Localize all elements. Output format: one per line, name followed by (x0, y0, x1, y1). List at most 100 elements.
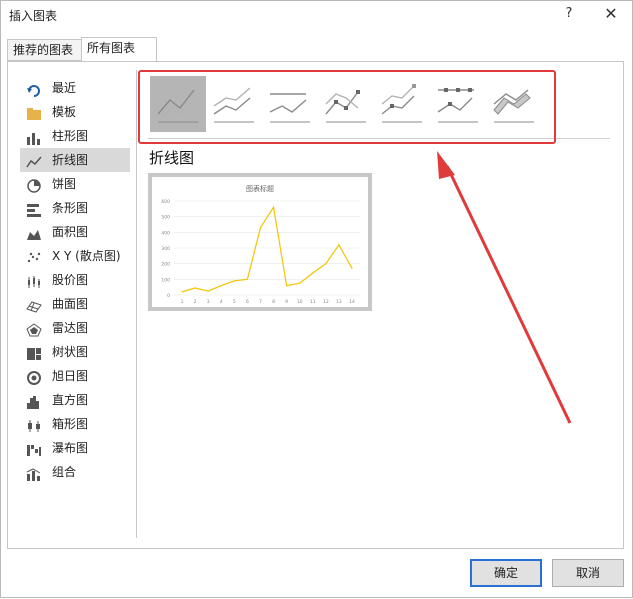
chart-type-percent-stacked-line-with-markers-button[interactable] (430, 76, 486, 132)
combo-chart-icon (26, 465, 42, 481)
sidebar-item-waterfall-chart[interactable]: 瀑布图 (20, 436, 130, 460)
close-button[interactable]: ✕ (599, 3, 623, 25)
stock-chart-icon (26, 273, 42, 288)
y-tick-label: 0 (167, 293, 170, 299)
radar-chart-icon (26, 321, 42, 337)
boxplot-chart-icon (26, 417, 42, 432)
chart-type-stacked-line-button[interactable] (206, 76, 262, 132)
sidebar-item-label: 折线图 (52, 153, 89, 167)
bar-chart-icon (26, 201, 42, 217)
chart-type-line-with-markers-button[interactable] (318, 76, 374, 132)
title-bar: 插入图表 ? ✕ (1, 1, 632, 29)
sidebar-item-surface-chart[interactable]: 曲面图 (20, 292, 130, 316)
chart-type-3d-line-button[interactable] (486, 76, 542, 132)
x-tick-label: 12 (323, 299, 329, 305)
sidebar-item-bar-chart[interactable]: 条形图 (20, 196, 130, 220)
sidebar-item-label: 树状图 (52, 345, 89, 359)
y-tick-label: 600 (161, 199, 170, 205)
sidebar-item-label: X Y (散点图) (52, 249, 121, 263)
sidebar-item-combo-chart[interactable]: 组合 (20, 460, 130, 484)
y-tick-label: 500 (161, 215, 170, 221)
sidebar-item-column-chart[interactable]: 柱形图 (20, 124, 130, 148)
scatter-chart-icon (26, 249, 42, 263)
data-point (272, 206, 275, 208)
sidebar-item-histogram-chart[interactable]: 直方图 (20, 388, 130, 412)
percent-stacked-line-with-markers-icon (437, 88, 478, 123)
y-tick-label: 200 (161, 262, 170, 268)
data-point (338, 244, 340, 246)
x-tick-label: 9 (285, 299, 288, 305)
data-point (220, 285, 222, 287)
stacked-line-with-markers-icon (381, 84, 422, 123)
x-tick-label: 7 (259, 299, 262, 305)
divider (136, 70, 137, 538)
sidebar-item-label: 雷达图 (52, 321, 89, 335)
sidebar-item-stock-chart[interactable]: 股价图 (20, 268, 130, 292)
x-tick-label: 3 (207, 299, 210, 305)
cancel-button[interactable]: 取消 (552, 559, 624, 587)
sidebar-item-label: 面积图 (52, 225, 89, 239)
data-point (351, 267, 353, 269)
sidebar-item-line-chart[interactable]: 折线图 (20, 148, 130, 172)
x-tick-label: 5 (233, 299, 236, 305)
waterfall-chart-icon (26, 441, 42, 456)
x-tick-label: 13 (336, 299, 342, 305)
sidebar-item-boxplot-chart[interactable]: 箱形图 (20, 412, 130, 436)
sidebar-item-recent[interactable]: 最近 (20, 76, 130, 100)
folder-icon (26, 105, 42, 120)
chart-title: 图表标题 (246, 184, 274, 193)
x-tick-label: 4 (220, 299, 223, 305)
data-point (181, 291, 183, 293)
recent-icon (26, 81, 42, 97)
area-chart-icon (26, 225, 42, 240)
ok-button[interactable]: 确定 (470, 559, 542, 587)
chart-preview[interactable]: 图表标题 0 100 200 300 400 500 600 1 2 3 4 5 6 7 8 9 10 11 12 13… (148, 173, 372, 311)
x-tick-label: 2 (194, 299, 197, 305)
sidebar-item-pie-chart[interactable]: 饼图 (20, 172, 130, 196)
x-tick-label: 1 (181, 299, 184, 305)
sidebar-item-label: 饼图 (52, 177, 77, 191)
y-tick-label: 400 (161, 230, 170, 236)
sidebar-item-scatter-chart[interactable]: X Y (散点图) (20, 244, 130, 268)
help-button[interactable]: ? (557, 3, 581, 25)
chart-type-stacked-line-with-markers-button[interactable] (374, 76, 430, 132)
data-point (259, 227, 262, 229)
line-chart: 图表标题01002003004005006001 2 3 4 5 6 7 8 9 10 11 12 13… (161, 184, 360, 305)
line-icon (157, 89, 198, 123)
tab-recommended-charts[interactable]: 推荐的图表 (7, 39, 83, 61)
tab-all-charts[interactable]: 所有图表 (81, 37, 157, 62)
data-point (246, 278, 248, 280)
data-point (312, 272, 314, 274)
data-point (325, 263, 327, 265)
data-point (286, 285, 288, 287)
data-point (233, 280, 235, 282)
chart-category-list: 最近模板柱形图折线图饼图条形图面积图 X Y (散点图) 股价图曲面图雷达图树状图旭… (20, 76, 130, 484)
treemap-chart-icon (26, 345, 42, 360)
line-chart-type-strip (148, 76, 618, 134)
sidebar-item-radar-chart[interactable]: 雷达图 (20, 316, 130, 340)
sidebar-item-label: 条形图 (52, 201, 89, 215)
sidebar-item-label: 柱形图 (52, 129, 89, 143)
chart-type-line-button[interactable] (150, 76, 206, 132)
sidebar-item-label: 最近 (52, 81, 77, 95)
x-tick-label: 6 (246, 299, 249, 305)
chart-type-percent-stacked-line-button[interactable] (262, 76, 318, 132)
data-point (299, 282, 301, 284)
x-tick-label: 11 (310, 299, 316, 305)
sidebar-item-label: 曲面图 (52, 297, 89, 311)
sidebar-item-label: 模板 (52, 105, 77, 119)
sidebar-item-folder[interactable]: 模板 (20, 100, 130, 124)
sidebar-item-area-chart[interactable]: 面积图 (20, 220, 130, 244)
sidebar-item-label: 直方图 (52, 393, 89, 407)
surface-chart-icon (26, 297, 42, 313)
sidebar-item-label: 旭日图 (52, 369, 89, 383)
sidebar-item-label: 组合 (52, 465, 77, 479)
x-tick-label: 10 (297, 299, 303, 305)
x-tick-label: 14 (349, 299, 355, 305)
sidebar-item-label: 股价图 (52, 273, 89, 287)
sidebar-item-treemap-chart[interactable]: 树状图 (20, 340, 130, 364)
sidebar-item-sunburst-chart[interactable]: 旭日图 (20, 364, 130, 388)
data-point (207, 290, 209, 292)
line-with-markers-icon (325, 90, 366, 123)
column-chart-icon (26, 129, 42, 145)
